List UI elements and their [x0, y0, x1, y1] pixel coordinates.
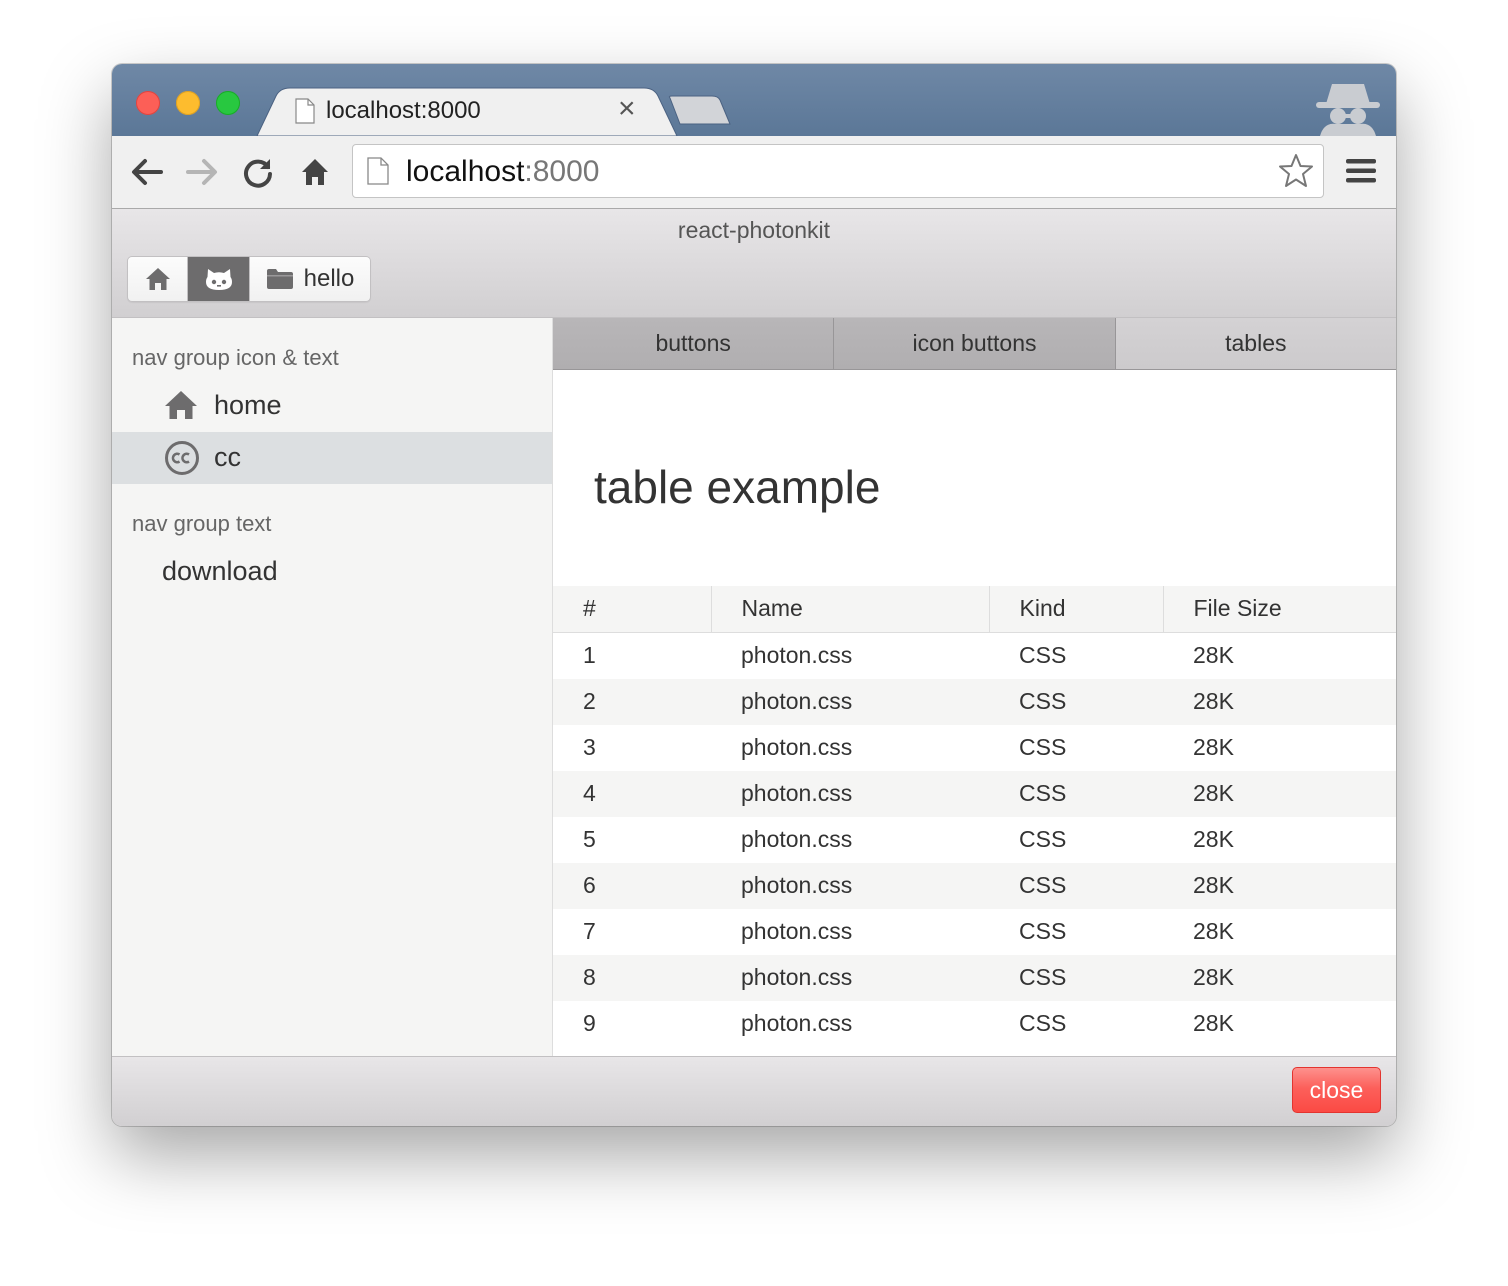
cell-number: 4 [553, 770, 711, 817]
cell-size: 28K [1193, 642, 1234, 668]
tab-tables[interactable]: tables [1114, 318, 1396, 369]
url-port: :8000 [524, 155, 600, 188]
sidebar-item-label: download [162, 556, 278, 586]
home-button[interactable] [128, 257, 188, 301]
table-row[interactable]: 2 photon.css CSS 28K [553, 678, 1396, 725]
reload-icon[interactable] [242, 156, 274, 188]
cell-kind: CSS [1019, 1010, 1067, 1036]
cell-kind: CSS [989, 954, 1163, 1001]
incognito-icon [1316, 84, 1380, 136]
tab-strip: localhost:8000 × [112, 64, 1396, 136]
table-row[interactable]: 5 photon.css CSS 28K [553, 817, 1396, 863]
home-icon[interactable] [300, 156, 330, 188]
home-icon [145, 268, 170, 290]
tab-icon-buttons[interactable]: icon buttons [833, 318, 1115, 369]
cell-name: photon.css [741, 918, 853, 944]
sidebar-item-label: cc [214, 442, 241, 472]
browser-menu-icon[interactable] [1345, 157, 1377, 185]
column-header-file-size[interactable]: File Size [1163, 586, 1396, 633]
cell-kind: CSS [989, 770, 1163, 817]
cell-kind: CSS [1019, 918, 1067, 944]
tab-buttons[interactable]: buttons [553, 318, 834, 369]
bookmark-star-icon[interactable] [1278, 153, 1314, 189]
cell-kind: CSS [989, 862, 1163, 909]
cell-name: photon.css [711, 678, 989, 725]
column-header-kind[interactable]: Kind [989, 586, 1164, 633]
main-pane: buttons icon buttons tables table exampl… [553, 318, 1396, 1056]
table-row[interactable]: 3 photon.css CSS 28K [553, 725, 1396, 771]
cell-size: 28K [1163, 770, 1396, 817]
files-table: # Name Kind File Size 1 photon.css CSS 2… [553, 586, 1396, 1047]
cell-number: 6 [553, 862, 711, 909]
cell-size: 28K [1193, 826, 1234, 852]
cell-size: 28K [1163, 678, 1396, 725]
url-host: localhost [406, 155, 525, 188]
folder-icon [266, 269, 293, 289]
table-row[interactable]: 4 photon.css CSS 28K [553, 770, 1396, 817]
cell-number: 9 [583, 1010, 596, 1036]
table-header-row: # Name Kind File Size [553, 586, 1396, 633]
address-bar[interactable]: localhost:8000 [352, 144, 1324, 198]
table-row[interactable]: 6 photon.css CSS 28K [553, 862, 1396, 909]
nav-group-title: nav group text [132, 511, 272, 536]
cell-size: 28K [1193, 734, 1234, 760]
sidebar-item-download[interactable]: download [112, 546, 552, 598]
hello-folder-button[interactable]: hello [250, 257, 370, 301]
cell-size: 28K [1193, 1010, 1234, 1036]
browser-tab-title[interactable]: localhost:8000 [326, 97, 481, 125]
table-row[interactable]: 8 photon.css CSS 28K [553, 954, 1396, 1001]
app-toolbar-header: react-photonkit hello [112, 209, 1396, 318]
cell-kind: CSS [1019, 642, 1067, 668]
close-button[interactable]: close [1292, 1067, 1381, 1113]
sidebar-item-cc[interactable]: cc [112, 432, 552, 484]
app-title: react-photonkit [677, 217, 831, 243]
page-document-icon [367, 157, 389, 185]
cell-number: 1 [583, 642, 596, 668]
back-arrow-icon[interactable] [130, 156, 164, 188]
forward-arrow-icon[interactable] [185, 156, 219, 188]
sidebar-item-home[interactable]: home [112, 380, 552, 432]
cell-kind: CSS [1019, 734, 1067, 760]
column-header-number[interactable]: # [553, 586, 712, 633]
cell-number: 2 [553, 678, 711, 725]
header-button-group: hello [127, 256, 371, 302]
creative-commons-icon [165, 441, 199, 475]
cell-size: 28K [1163, 862, 1396, 909]
home-icon [165, 391, 197, 419]
browser-window: localhost:8000 × localhost:8000 react-ph… [112, 64, 1396, 1126]
cell-number: 7 [583, 918, 596, 944]
cell-name: photon.css [741, 826, 853, 852]
table-row[interactable]: 9 photon.css CSS 28K [553, 1001, 1396, 1047]
cell-name: photon.css [741, 642, 853, 668]
page-favicon-icon [295, 98, 315, 124]
github-button[interactable] [188, 257, 250, 301]
table-row[interactable]: 7 photon.css CSS 28K [553, 909, 1396, 955]
column-header-name[interactable]: Name [711, 586, 990, 633]
table-row[interactable]: 1 photon.css CSS 28K [553, 632, 1396, 679]
cell-name: photon.css [741, 734, 853, 760]
cell-name: photon.css [741, 1010, 853, 1036]
new-tab-button[interactable] [668, 95, 731, 125]
sidebar-nav: nav group icon & text home cc nav group … [112, 318, 553, 1056]
cell-number: 5 [583, 826, 596, 852]
cell-number: 3 [583, 734, 596, 760]
app-footer: close [112, 1056, 1396, 1126]
cell-name: photon.css [711, 862, 989, 909]
browser-toolbar: localhost:8000 [112, 136, 1396, 209]
nav-group-title: nav group icon & text [132, 345, 339, 370]
cell-name: photon.css [711, 770, 989, 817]
tab-close-icon[interactable]: × [618, 94, 636, 124]
hello-button-label: hello [303, 265, 355, 292]
cell-kind: CSS [989, 678, 1163, 725]
cell-name: photon.css [711, 954, 989, 1001]
page-title: table example [594, 461, 881, 513]
address-url[interactable]: localhost:8000 [406, 155, 599, 189]
github-icon [205, 269, 232, 290]
sidebar-item-label: home [214, 390, 282, 420]
cell-number: 8 [553, 954, 711, 1001]
cell-size: 28K [1193, 918, 1234, 944]
cell-kind: CSS [1019, 826, 1067, 852]
tab-group: buttons icon buttons tables [553, 318, 1396, 370]
cell-size: 28K [1163, 954, 1396, 1001]
